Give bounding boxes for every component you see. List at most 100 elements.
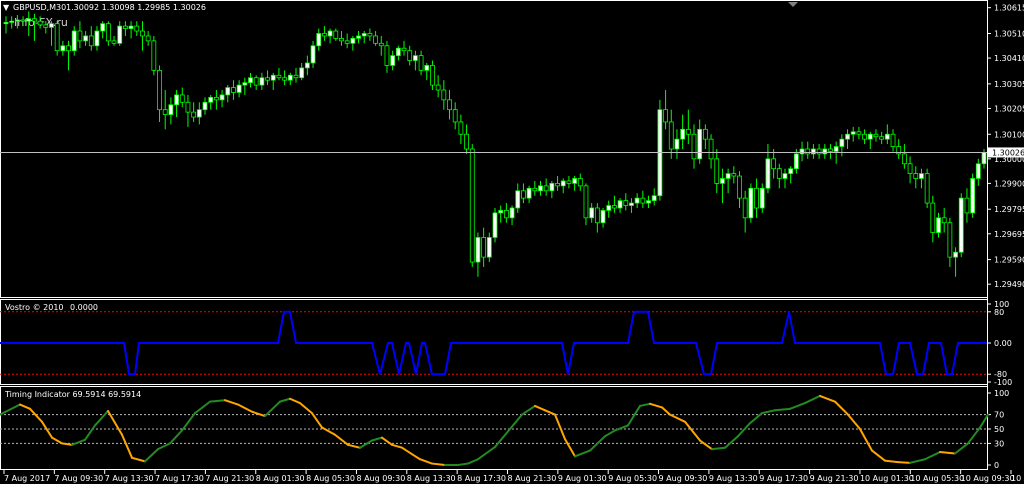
candle-body — [782, 173, 788, 179]
candle-body — [54, 23, 60, 52]
candle-body — [486, 237, 492, 258]
candle-body — [742, 197, 748, 219]
candle-body — [344, 40, 350, 44]
candle-body — [287, 74, 293, 81]
timing-line-segment — [61, 442, 73, 446]
candle-body — [20, 19, 26, 22]
candle-body — [714, 158, 720, 184]
candle-body — [623, 200, 629, 206]
ohlc-values: 1.30092 1.30098 1.29985 1.30026 — [66, 3, 206, 12]
candle-body — [88, 35, 94, 47]
candle-body — [913, 173, 919, 179]
candle-body — [799, 148, 805, 155]
time-tick-label: 10 Aug 05:30 — [910, 474, 964, 483]
candle-body — [117, 25, 123, 44]
candle-body — [168, 104, 174, 115]
candle-body — [248, 77, 253, 84]
candle-body — [395, 47, 401, 57]
candle-body — [384, 45, 390, 66]
time-tick-label: 9 Aug 09:30 — [659, 474, 708, 483]
time-tick-label: 8 Aug 05:30 — [306, 474, 355, 483]
candle-body — [731, 173, 737, 177]
candle-body — [111, 40, 117, 44]
candle-body — [748, 187, 754, 219]
candle-body — [469, 148, 475, 263]
candle-body — [151, 40, 157, 71]
candle-body — [304, 62, 310, 69]
candle-body — [811, 148, 816, 155]
candle-body — [776, 168, 782, 179]
candle-body — [793, 153, 799, 170]
candle-body — [884, 133, 890, 140]
time-tick-label: 7 Aug 17:30 — [155, 474, 204, 483]
candle-body — [316, 33, 322, 47]
candle-body — [322, 33, 327, 37]
candle-body — [390, 55, 396, 66]
candle-body — [947, 222, 953, 258]
candle-body — [924, 173, 930, 204]
candle-body — [617, 200, 623, 209]
candle-body — [157, 69, 162, 111]
candle-body — [464, 133, 469, 150]
time-tick-label: 7 Aug 09:30 — [54, 474, 103, 483]
candle-body — [583, 185, 589, 219]
candle-body — [668, 121, 674, 150]
candle-body — [208, 96, 214, 103]
candle-body — [407, 50, 413, 61]
candle-body — [196, 109, 202, 118]
candle-body — [14, 19, 20, 22]
candle-body — [822, 148, 828, 155]
candle-body — [702, 128, 708, 140]
candle-body — [71, 30, 77, 52]
candle-body — [845, 133, 850, 140]
candle-body — [9, 20, 15, 23]
candle-body — [412, 55, 418, 61]
candle-body — [270, 74, 276, 81]
candle-body — [555, 183, 560, 187]
candle-body — [145, 35, 151, 42]
candle-body — [310, 45, 316, 64]
price-tick-label: 1.29695 — [994, 230, 1024, 239]
timing-line-segment — [897, 461, 911, 464]
candle-body — [833, 146, 839, 152]
candle-body — [128, 25, 134, 29]
candle-body — [105, 23, 111, 42]
candle-body — [134, 25, 140, 32]
candle-body — [958, 197, 964, 253]
collapse-arrow-icon[interactable]: ▼ — [3, 3, 10, 12]
time-tick-label: 9 Aug 01:30 — [558, 474, 607, 483]
candle-body — [356, 35, 361, 39]
candle-body — [964, 197, 970, 214]
candle-body — [640, 197, 646, 204]
candle-body — [691, 133, 697, 160]
candle-body — [879, 136, 885, 140]
vostro-tick-label: -100 — [994, 378, 1012, 387]
candle-body — [378, 42, 384, 47]
candle-body — [259, 77, 265, 86]
candle-body — [850, 131, 856, 135]
candle-body — [828, 148, 833, 152]
candle-body — [543, 185, 549, 192]
candle-body — [572, 178, 578, 184]
candle-body — [225, 87, 231, 96]
candle-body — [174, 94, 179, 106]
candle-body — [350, 38, 356, 44]
candle-body — [890, 133, 896, 147]
candle-body — [299, 67, 305, 79]
candle-body — [532, 187, 538, 192]
candle-body — [941, 217, 947, 224]
candle-body — [424, 65, 430, 71]
time-tick-label: 7 Aug 13:30 — [105, 474, 154, 483]
candle-body — [901, 153, 907, 165]
candle-body — [651, 195, 657, 202]
candle-body — [162, 109, 168, 115]
symbol-label: GBPUSD,M30 — [13, 3, 66, 12]
candle-body — [179, 94, 185, 103]
price-tick-label: 1.29490 — [994, 280, 1024, 289]
candle-body — [293, 74, 299, 79]
time-tick-label: 10 Aug 01:30 — [860, 474, 914, 483]
candle-body — [475, 237, 481, 263]
candle-body — [549, 183, 555, 192]
candle-body — [634, 197, 640, 204]
candle-body — [708, 138, 714, 160]
